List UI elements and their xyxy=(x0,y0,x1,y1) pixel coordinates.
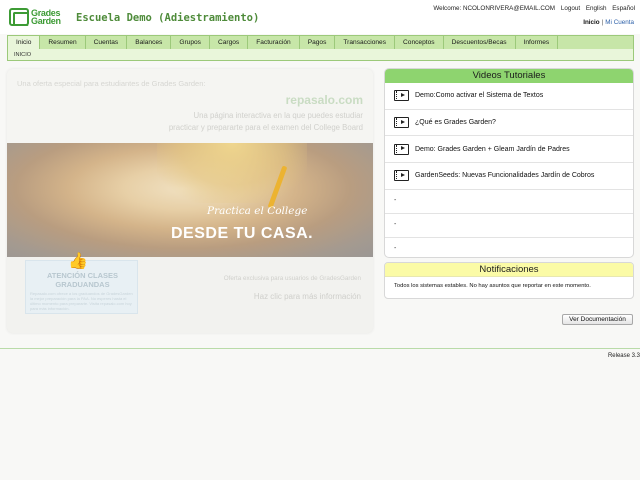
link-separator: | xyxy=(601,19,604,26)
photo-headline: DESDE TU CASA. xyxy=(171,225,314,242)
nav-tab-informes[interactable]: Informes xyxy=(516,36,559,49)
empty-video-row: - xyxy=(385,214,633,239)
empty-video-row: - xyxy=(385,238,633,257)
video-title: ¿Qué es Grades Garden? xyxy=(415,119,496,127)
promo-banner[interactable]: Una oferta especial para estudiantes de … xyxy=(7,69,373,333)
footer-divider xyxy=(0,348,640,349)
thumbs-up-icon: 👍 xyxy=(68,253,88,270)
video-item[interactable]: Demo:Como activar el Sistema de Textos xyxy=(385,83,633,110)
empty-video-row: - xyxy=(385,190,633,215)
logo-line2: Garden xyxy=(31,16,61,26)
logo-text: Grades Garden xyxy=(31,9,61,26)
header: Grades Garden Escuela Demo (Adiestramien… xyxy=(0,0,640,34)
promo-photo: Practica el College DESDE TU CASA. xyxy=(7,143,373,257)
top-links: Welcome: NCOLONRIVERA@EMAIL.COM Logout E… xyxy=(429,5,635,12)
promo-top: Una oferta especial para estudiantes de … xyxy=(7,69,373,143)
english-link[interactable]: English xyxy=(586,5,607,12)
nav-tab-transacciones[interactable]: Transacciones xyxy=(335,36,396,49)
nav-tab-pagos[interactable]: Pagos xyxy=(300,36,336,49)
breadcrumb: INICIO xyxy=(7,49,634,61)
video-item[interactable]: Demo: Grades Garden + Gleam Jardín de Pa… xyxy=(385,136,633,164)
attention-card: 👍 ATENCIÓN CLASES GRADUANDAS Repasalo.co… xyxy=(25,253,139,314)
logout-link[interactable]: Logout xyxy=(561,5,580,12)
attention-text: Repasalo.com ofrece a los graduandos de … xyxy=(30,291,133,311)
promo-bottom: 👍 ATENCIÓN CLASES GRADUANDAS Repasalo.co… xyxy=(7,253,373,333)
logo-icon xyxy=(9,8,29,26)
nav-tab-resumen[interactable]: Resumen xyxy=(40,36,86,49)
nav-tab-descuentos-becas[interactable]: Descuentos/Becas xyxy=(444,36,516,49)
notifications-panel: Notificaciones Todos los sistemas establ… xyxy=(384,262,634,299)
nav-tab-balances[interactable]: Balances xyxy=(127,36,172,49)
mi-cuenta-link[interactable]: Mi Cuenta xyxy=(605,19,634,26)
attention-title: ATENCIÓN CLASES GRADUANDAS xyxy=(26,271,139,289)
school-name: Escuela Demo (Adiestramiento) xyxy=(76,12,260,24)
promo-note: Oferta exclusiva para usuarios de Grades… xyxy=(223,275,361,282)
photo-subtitle: Practica el College xyxy=(207,205,308,217)
notifications-title: Notificaciones xyxy=(385,263,633,277)
nav-tab-facturacion[interactable]: Facturación xyxy=(248,36,300,49)
video-title: Demo: Grades Garden + Gleam Jardín de Pa… xyxy=(415,145,570,153)
notifications-message: Todos los sistemas estables. No hay asun… xyxy=(394,283,591,289)
nav-tab-inicio[interactable]: Inicio xyxy=(8,36,41,49)
release-version: Release 3.3 xyxy=(607,353,640,359)
promo-lead: Una oferta especial para estudiantes de … xyxy=(17,79,206,88)
nav-tab-conceptos[interactable]: Conceptos xyxy=(395,36,444,49)
attention-title-line1: ATENCIÓN CLASES xyxy=(46,271,119,280)
attention-title-line2: GRADUANDAS xyxy=(55,280,110,289)
main-nav: Inicio Resumen Cuentas Balances Grupos C… xyxy=(7,35,634,49)
espanol-link[interactable]: Español xyxy=(612,5,635,12)
videos-title: Videos Tutoriales xyxy=(385,69,633,83)
promo-brand: repasalo.com xyxy=(285,93,363,107)
view-documentation-button[interactable]: Ver Documentación xyxy=(562,314,633,325)
video-icon xyxy=(394,90,409,102)
video-title: GardenSeeds: Nuevas Funcionalidades Jard… xyxy=(415,172,595,180)
promo-more-info-link[interactable]: Haz clic para más información xyxy=(254,292,361,301)
nav-tab-cuentas[interactable]: Cuentas xyxy=(86,36,128,49)
inicio-link[interactable]: Inicio xyxy=(583,19,599,26)
nav-tab-cargos[interactable]: Cargos xyxy=(210,36,249,49)
video-icon xyxy=(394,143,409,155)
video-icon xyxy=(394,170,409,182)
video-title: Demo:Como activar el Sistema de Textos xyxy=(415,92,544,100)
grades-garden-logo[interactable]: Grades Garden xyxy=(9,8,61,26)
video-icon xyxy=(394,117,409,129)
account-links: Inicio | Mi Cuenta xyxy=(583,19,634,26)
video-item[interactable]: ¿Qué es Grades Garden? xyxy=(385,110,633,137)
welcome-text: Welcome: NCOLONRIVERA@EMAIL.COM xyxy=(433,5,556,12)
promo-desc-line1: Una página interactiva en la que puedes … xyxy=(193,111,363,120)
breadcrumb-inicio: INICIO xyxy=(14,52,32,58)
videos-panel: Videos Tutoriales Demo:Como activar el S… xyxy=(384,68,634,258)
video-item[interactable]: GardenSeeds: Nuevas Funcionalidades Jard… xyxy=(385,163,633,190)
promo-description: Una página interactiva en la que puedes … xyxy=(143,110,363,134)
nav-tab-grupos[interactable]: Grupos xyxy=(171,36,210,49)
promo-desc-line2: practicar y prepararte para el examen de… xyxy=(168,123,363,132)
